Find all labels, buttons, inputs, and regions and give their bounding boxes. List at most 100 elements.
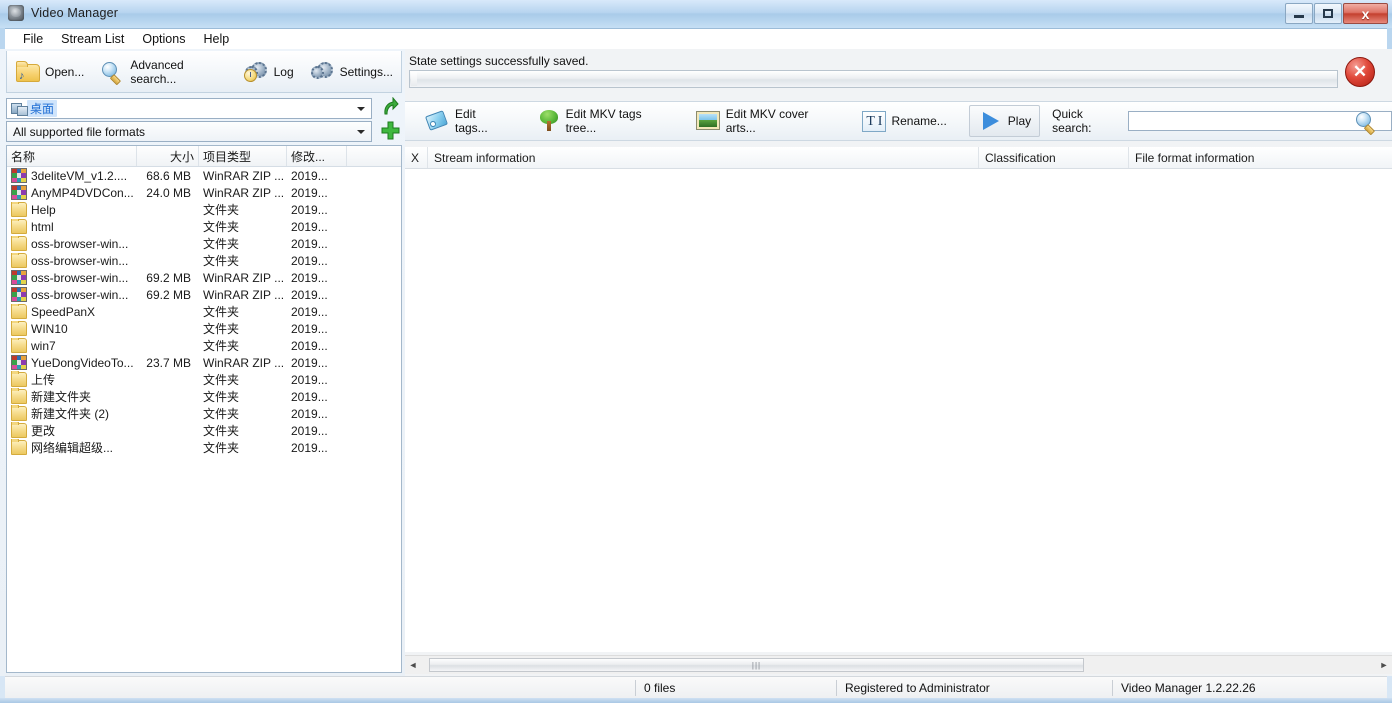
tree-icon — [536, 109, 562, 133]
file-list-row[interactable]: win7文件夹2019... — [7, 337, 401, 354]
scrollbar-thumb[interactable]: ||| — [429, 658, 1084, 672]
file-list-row[interactable]: 上传文件夹2019... — [7, 371, 401, 388]
close-window-button[interactable]: x — [1343, 3, 1388, 24]
folder-icon — [11, 440, 27, 455]
column-header-x[interactable]: X — [405, 147, 428, 168]
rename-button[interactable]: T I Rename... — [853, 106, 954, 136]
file-name-text: WIN10 — [31, 322, 68, 336]
edit-mkv-cover-arts-button[interactable]: Edit MKV cover arts... — [688, 104, 840, 138]
log-button-label: Log — [274, 65, 294, 79]
minimize-button[interactable] — [1285, 3, 1313, 24]
status-cell-empty — [5, 677, 635, 698]
gears-clock-icon — [244, 60, 270, 84]
column-header-classification[interactable]: Classification — [979, 147, 1129, 168]
file-list-row[interactable]: 更改文件夹2019... — [7, 422, 401, 439]
settings-button[interactable]: Settings... — [302, 57, 401, 87]
file-type-cell: 文件夹 — [199, 439, 287, 456]
clock-icon — [244, 69, 257, 82]
file-size-cell: 68.6 MB — [137, 169, 199, 183]
column-header-file-format-information[interactable]: File format information — [1129, 147, 1392, 168]
log-button[interactable]: Log — [236, 57, 302, 87]
column-header-size[interactable]: 大小 — [137, 146, 199, 166]
file-list-row[interactable]: YueDongVideoTo...23.7 MBWinRAR ZIP ...20… — [7, 354, 401, 371]
file-list-row[interactable]: AnyMP4DVDCon...24.0 MBWinRAR ZIP ...2019… — [7, 184, 401, 201]
maximize-icon — [1323, 9, 1333, 18]
file-list-row[interactable]: SpeedPanX文件夹2019... — [7, 303, 401, 320]
file-name-text: 新建文件夹 (2) — [31, 405, 109, 422]
file-name-cell: oss-browser-win... — [7, 270, 137, 285]
file-list-row[interactable]: oss-browser-win...69.2 MBWinRAR ZIP ...2… — [7, 286, 401, 303]
menu-item-stream-list[interactable]: Stream List — [52, 30, 133, 48]
file-name-text: 新建文件夹 — [31, 388, 91, 405]
menu-item-options[interactable]: Options — [133, 30, 194, 48]
file-format-filter-combo[interactable]: All supported file formats — [6, 121, 372, 142]
folder-open-icon: ♪ — [15, 60, 41, 84]
status-cell-version: Video Manager 1.2.22.26 — [1113, 677, 1387, 698]
up-arrow-icon — [382, 97, 399, 116]
file-name-cell: 更改 — [7, 422, 137, 439]
file-name-text: AnyMP4DVDCon... — [31, 186, 134, 200]
stream-list-grid[interactable]: X Stream information Classification File… — [405, 147, 1392, 652]
play-button[interactable]: Play — [969, 105, 1040, 137]
column-header-name[interactable]: 名称 — [7, 146, 137, 166]
folder-icon — [11, 236, 27, 251]
window-title: Video Manager — [31, 6, 118, 20]
go-up-folder-button[interactable] — [382, 97, 399, 116]
file-modified-cell: 2019... — [287, 390, 347, 404]
file-name-cell: win7 — [7, 338, 137, 353]
menu-item-file[interactable]: File — [14, 30, 52, 48]
file-modified-cell: 2019... — [287, 339, 347, 353]
file-list-row[interactable]: html文件夹2019... — [7, 218, 401, 235]
add-folder-button[interactable] — [381, 121, 400, 140]
file-name-cell: oss-browser-win... — [7, 236, 137, 251]
folder-icon — [11, 304, 27, 319]
file-modified-cell: 2019... — [287, 373, 347, 387]
file-browser-list[interactable]: 名称 大小 项目类型 修改... 3deliteVM_v1.2.... 68.6 … — [6, 145, 402, 673]
file-size-cell: 69.2 MB — [137, 288, 199, 302]
file-list-row[interactable]: oss-browser-win...69.2 MBWinRAR ZIP ...2… — [7, 269, 401, 286]
chevron-down-icon[interactable] — [353, 99, 369, 118]
column-header-type[interactable]: 项目类型 — [199, 146, 287, 166]
file-name-text: YueDongVideoTo... — [31, 356, 134, 370]
horizontal-scrollbar[interactable]: ◄ ||| ► — [405, 655, 1392, 674]
file-name-cell: 新建文件夹 — [7, 388, 137, 405]
scroll-left-arrow-icon[interactable]: ◄ — [405, 657, 421, 673]
file-list-row[interactable]: oss-browser-win...文件夹2019... — [7, 252, 401, 269]
menu-item-help[interactable]: Help — [194, 30, 238, 48]
file-list-row[interactable]: WIN10文件夹2019... — [7, 320, 401, 337]
folder-icon — [11, 219, 27, 234]
file-name-text: oss-browser-win... — [31, 254, 128, 268]
file-list-row[interactable]: 网络编辑超级...文件夹2019... — [7, 439, 401, 456]
file-name-text: win7 — [31, 339, 56, 353]
plus-icon — [381, 121, 400, 140]
edit-mkv-tags-tree-label: Edit MKV tags tree... — [566, 107, 666, 135]
chevron-down-icon[interactable] — [353, 122, 369, 141]
search-icon[interactable] — [1354, 110, 1380, 134]
cancel-red-circle-icon[interactable]: ✕ — [1345, 57, 1375, 87]
file-list-row[interactable]: 新建文件夹 (2)文件夹2019... — [7, 405, 401, 422]
scrollbar-track[interactable]: ||| — [421, 657, 1376, 673]
open-button[interactable]: ♪ Open... — [7, 57, 92, 87]
file-name-text: 3deliteVM_v1.2.... — [31, 169, 127, 183]
minimize-icon — [1294, 15, 1304, 18]
maximize-button[interactable] — [1314, 3, 1342, 24]
status-message: State settings successfully saved. — [409, 54, 588, 68]
play-label: Play — [1008, 114, 1031, 128]
video-manager-window: Video Manager x File Stream List Options… — [0, 0, 1392, 703]
file-list-row[interactable]: Help文件夹2019... — [7, 201, 401, 218]
status-cell-file-count: 0 files — [636, 677, 836, 698]
main-toolbar: ♪ Open... Advanced search... Log Setting… — [6, 51, 402, 93]
path-combo[interactable]: 桌面 — [6, 98, 372, 119]
scroll-right-arrow-icon[interactable]: ► — [1376, 657, 1392, 673]
edit-tags-button[interactable]: Edit tags... — [417, 104, 514, 138]
file-list-row[interactable]: 3deliteVM_v1.2....68.6 MBWinRAR ZIP ...2… — [7, 167, 401, 184]
edit-mkv-tags-tree-button[interactable]: Edit MKV tags tree... — [528, 104, 674, 138]
quick-search-input[interactable] — [1128, 111, 1392, 131]
file-list-row[interactable]: 新建文件夹文件夹2019... — [7, 388, 401, 405]
file-name-text: 上传 — [31, 371, 55, 388]
folder-icon — [11, 253, 27, 268]
column-header-stream-information[interactable]: Stream information — [428, 147, 979, 168]
file-list-row[interactable]: oss-browser-win...文件夹2019... — [7, 235, 401, 252]
column-header-modified[interactable]: 修改... — [287, 146, 347, 166]
advanced-search-button[interactable]: Advanced search... — [92, 55, 235, 89]
